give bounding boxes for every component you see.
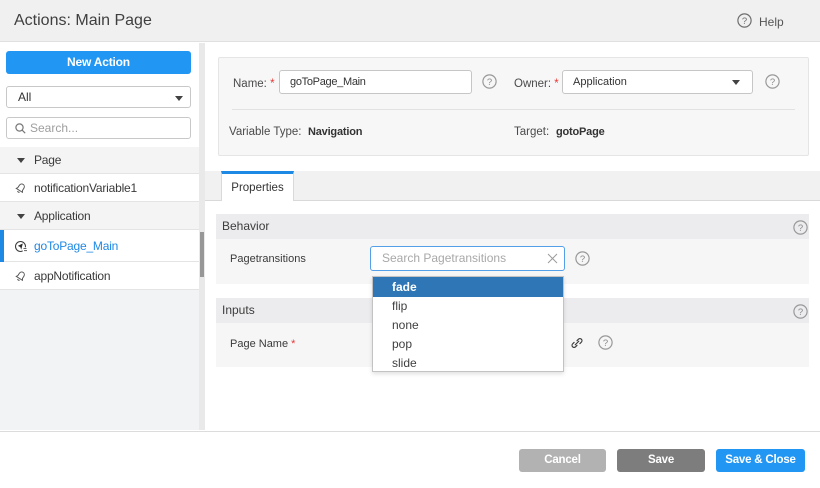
svg-text:?: ?	[798, 223, 803, 234]
svg-text:?: ?	[798, 307, 803, 318]
svg-text:?: ?	[742, 16, 747, 27]
svg-text:?: ?	[770, 77, 775, 88]
svg-text:?: ?	[580, 254, 585, 265]
svg-text:?: ?	[603, 338, 608, 349]
svg-text:?: ?	[487, 77, 492, 88]
